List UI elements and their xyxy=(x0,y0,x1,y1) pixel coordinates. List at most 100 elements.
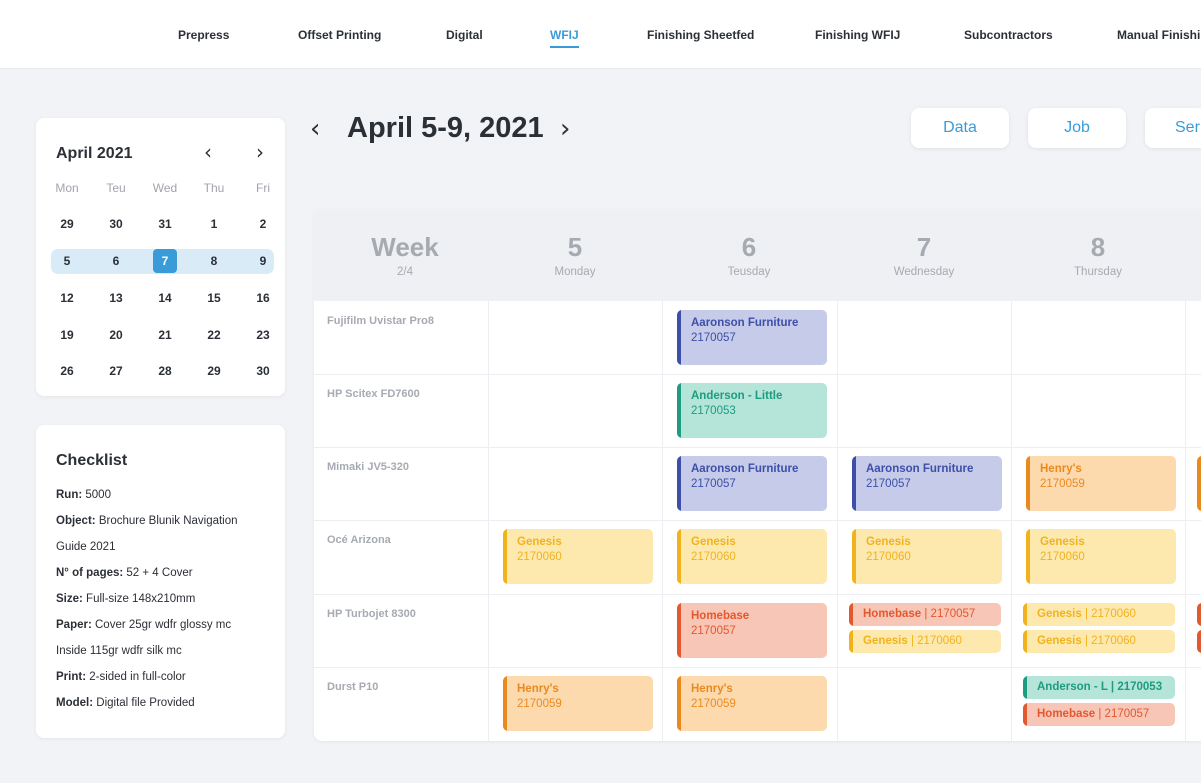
prev-week-chevron-left-icon[interactable]: ‹ xyxy=(310,114,320,144)
job-event[interactable]: Anderson - Little 2170053 xyxy=(677,383,827,438)
checklist-line: N° of pages: 52 + 4 Cover xyxy=(56,567,193,579)
job-event-partial[interactable] xyxy=(1197,603,1201,626)
calendar-day[interactable]: 15 xyxy=(194,291,234,305)
job-event[interactable]: Henry's 2170059 xyxy=(503,676,653,731)
calendar-day[interactable]: 9 xyxy=(243,254,283,268)
job-event[interactable]: Henry's 2170059 xyxy=(677,676,827,731)
active-tab-indicator xyxy=(550,46,579,48)
chevron-left-icon[interactable]: ‹ xyxy=(204,142,212,162)
calendar-day[interactable]: 23 xyxy=(243,328,283,342)
machine-label: Durst P10 xyxy=(327,681,379,693)
calendar-day[interactable]: 7 xyxy=(145,254,185,268)
machine-label: Fujifilm Uvistar Pro8 xyxy=(327,315,434,327)
calendar-day[interactable]: 19 xyxy=(47,328,87,342)
day-name: Teusday xyxy=(727,266,771,278)
checklist-line-value: Full-size 148x210mm xyxy=(82,593,196,605)
job-button[interactable]: Job xyxy=(1028,108,1126,148)
checklist-line-value: 52 + 4 Cover xyxy=(123,567,193,579)
top-navigation: Prepress Offset Printing Digital WFIJ Fi… xyxy=(0,0,1201,69)
job-event-title: Anderson - Little xyxy=(691,390,783,402)
checklist-line-value: Inside 115gr wdfr silk mc xyxy=(56,645,182,657)
job-event[interactable]: Henry's 2170059 xyxy=(1026,456,1176,511)
calendar-day[interactable]: 2 xyxy=(243,217,283,231)
job-event-title: Henry's xyxy=(691,683,733,695)
calendar-day[interactable]: 22 xyxy=(194,328,234,342)
job-event[interactable]: Aaronson Furniture 2170057 xyxy=(677,456,827,511)
day-of-week-label: Thu xyxy=(203,181,225,195)
machine-label: Mimaki JV5-320 xyxy=(327,461,409,473)
grid-row-divider xyxy=(314,667,1201,668)
calendar-day[interactable]: 21 xyxy=(145,328,185,342)
calendar-day[interactable]: 27 xyxy=(96,364,136,378)
job-event-partial[interactable] xyxy=(1197,630,1201,653)
checklist-title: Checklist xyxy=(56,452,128,469)
calendar-day[interactable]: 8 xyxy=(194,254,234,268)
calendar-day[interactable]: 1 xyxy=(194,217,234,231)
calendar-day[interactable]: 29 xyxy=(194,364,234,378)
job-event[interactable]: Genesis 2170060 xyxy=(852,529,1002,584)
checklist-line: Run: 5000 xyxy=(56,489,111,501)
calendar-day[interactable]: 30 xyxy=(243,364,283,378)
job-event-partial[interactable] xyxy=(1197,456,1201,511)
next-week-chevron-right-icon[interactable]: › xyxy=(560,114,570,144)
data-button[interactable]: Data xyxy=(911,108,1009,148)
job-event-compact[interactable]: Genesis | 2170060 xyxy=(1023,630,1175,653)
job-event[interactable]: Homebase 2170057 xyxy=(677,603,827,658)
calendar-day[interactable]: 16 xyxy=(243,291,283,305)
job-event[interactable]: Aaronson Furniture 2170057 xyxy=(677,310,827,365)
job-event-compact[interactable]: Genesis | 2170060 xyxy=(849,630,1001,653)
job-event-title: Henry's xyxy=(517,683,559,695)
job-event-compact[interactable]: Homebase | 2170057 xyxy=(849,603,1001,626)
nav-item-finishing-wfij[interactable]: Finishing WFIJ xyxy=(815,28,900,42)
job-event-number: 2170060 xyxy=(866,551,911,563)
nav-item-offset-printing[interactable]: Offset Printing xyxy=(298,28,381,42)
checklist-line-value: Cover 25gr wdfr glossy mc xyxy=(91,619,232,631)
job-event-title: Genesis xyxy=(1037,635,1082,647)
job-event-number: 2170057 xyxy=(691,625,736,637)
job-event[interactable]: Genesis 2170060 xyxy=(677,529,827,584)
calendar-day[interactable]: 5 xyxy=(47,254,87,268)
job-event-compact[interactable]: Anderson - L | 2170053 xyxy=(1023,676,1175,699)
job-event[interactable]: Genesis 2170060 xyxy=(503,529,653,584)
nav-item-subcontractors[interactable]: Subcontractors xyxy=(964,28,1053,42)
calendar-day[interactable]: 30 xyxy=(96,217,136,231)
services-button[interactable]: Ser xyxy=(1145,108,1201,148)
job-event-title: Genesis xyxy=(1037,608,1082,620)
job-event[interactable]: Genesis 2170060 xyxy=(1026,529,1176,584)
calendar-day[interactable]: 29 xyxy=(47,217,87,231)
job-event-number: 2170060 xyxy=(691,551,736,563)
checklist-line: Inside 115gr wdfr silk mc xyxy=(56,645,182,657)
calendar-day[interactable]: 12 xyxy=(47,291,87,305)
checklist-line: Guide 2021 xyxy=(56,541,115,553)
day-number: 7 xyxy=(916,232,932,262)
checklist-line-value: 2-sided in full-color xyxy=(86,671,186,683)
checklist-line-value: Brochure Blunik Navigation xyxy=(95,515,238,527)
nav-item-wfij[interactable]: WFIJ xyxy=(550,28,579,48)
calendar-day[interactable]: 31 xyxy=(145,217,185,231)
job-event-title: Homebase xyxy=(863,608,922,620)
calendar-day[interactable]: 28 xyxy=(145,364,185,378)
job-event[interactable]: Aaronson Furniture 2170057 xyxy=(852,456,1002,511)
job-event-number: 2170057 xyxy=(866,478,911,490)
job-event-title: Aaronson Furniture xyxy=(866,463,974,475)
job-event-number: 2170060 xyxy=(1040,551,1085,563)
chevron-right-icon[interactable]: › xyxy=(256,142,264,162)
job-event-compact[interactable]: Genesis | 2170060 xyxy=(1023,603,1175,626)
week-label: Week xyxy=(371,232,439,262)
calendar-day[interactable]: 14 xyxy=(145,291,185,305)
machine-label: HP Turbojet 8300 xyxy=(327,608,416,620)
nav-item-finishing-sheetfed[interactable]: Finishing Sheetfed xyxy=(647,28,754,42)
grid-row-divider xyxy=(314,374,1201,375)
calendar-day[interactable]: 26 xyxy=(47,364,87,378)
mini-calendar: April 2021 ‹ › Mon Teu Wed Thu Fri 29 30 31 1 2 5 6… xyxy=(36,118,285,396)
job-event-number: 2170057 xyxy=(691,332,736,344)
nav-item-manual-finishing[interactable]: Manual Finishing xyxy=(1117,28,1201,42)
grid-row-divider xyxy=(314,594,1201,595)
calendar-day[interactable]: 13 xyxy=(96,291,136,305)
job-event-number: | 2170057 xyxy=(921,608,976,620)
nav-item-prepress[interactable]: Prepress xyxy=(178,28,229,42)
calendar-day[interactable]: 20 xyxy=(96,328,136,342)
job-event-compact[interactable]: Homebase | 2170057 xyxy=(1023,703,1175,726)
nav-item-digital[interactable]: Digital xyxy=(446,28,483,42)
calendar-day[interactable]: 6 xyxy=(96,254,136,268)
